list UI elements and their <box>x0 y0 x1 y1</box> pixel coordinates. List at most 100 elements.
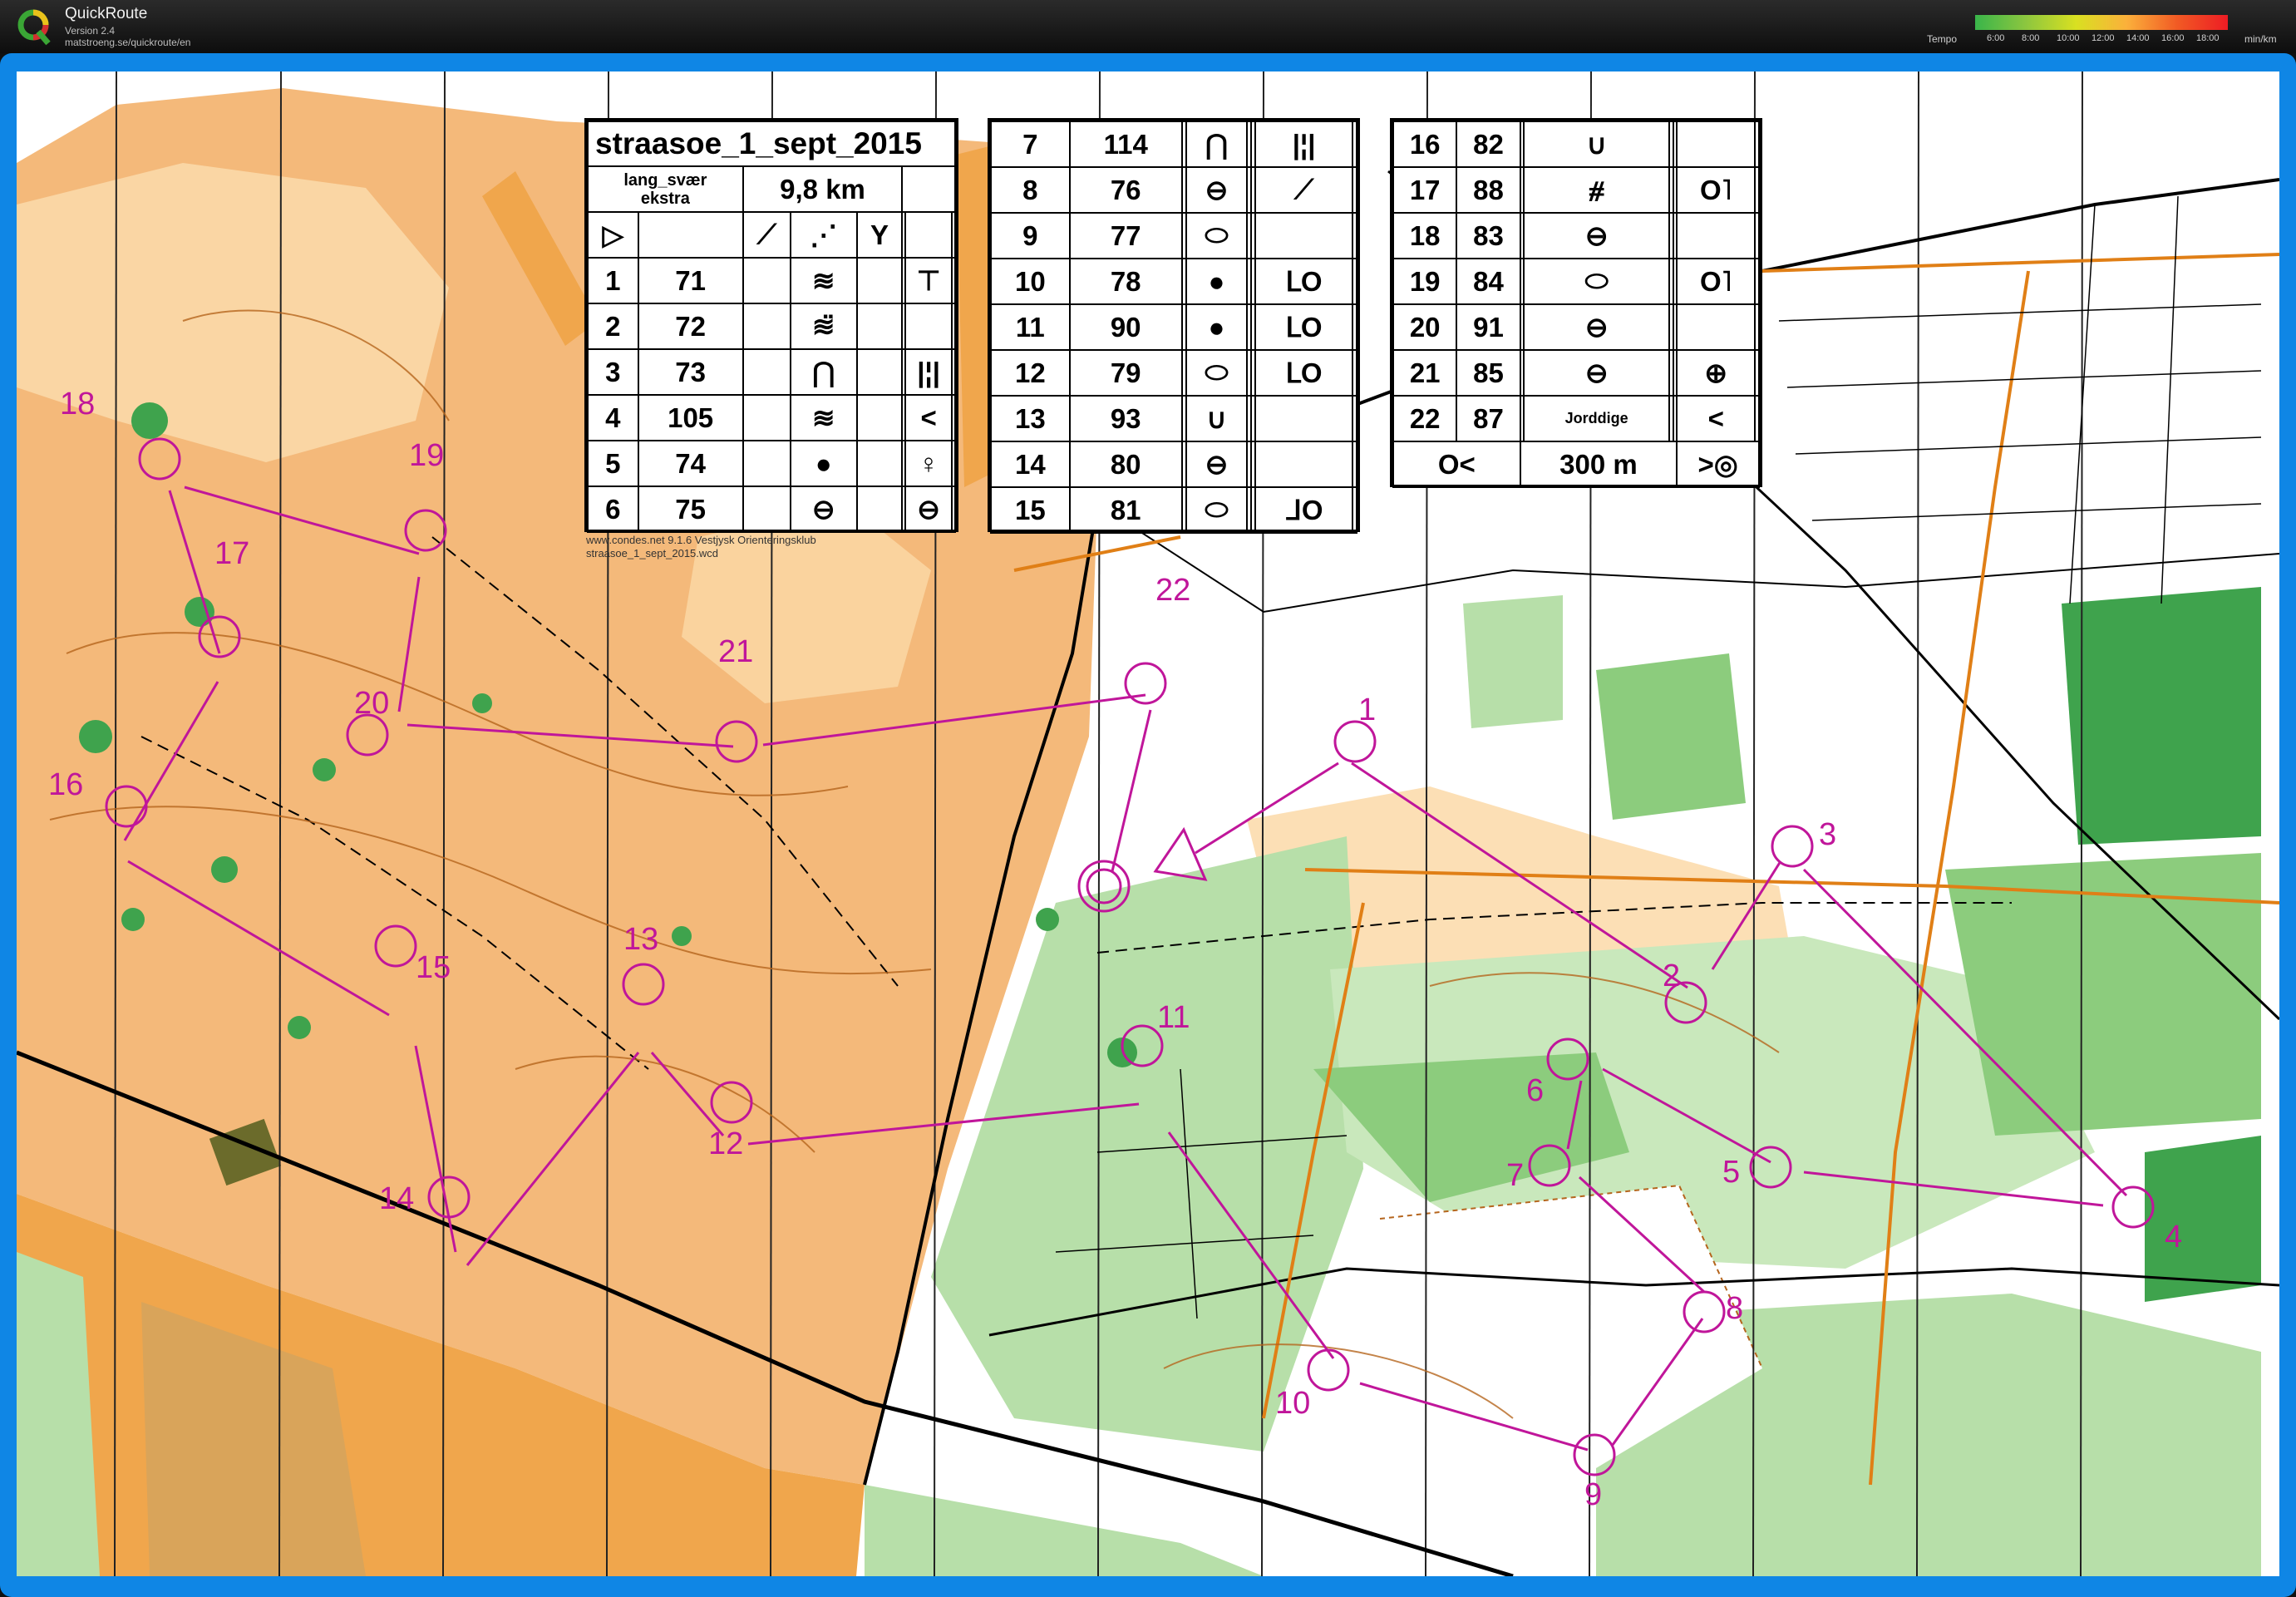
control-number: 15 <box>990 486 1071 534</box>
blank-col <box>855 348 904 396</box>
control-description-c: 16 82 ∪ 17 88 ⧣ O˥ 18 83 ⊖ 19 84 ⬭ O˥ 20 91 ⊖ 21 85 ⊖ ⊕ 22 87 J… <box>1390 118 1762 488</box>
blank-col <box>742 394 791 441</box>
control-label: 14 <box>379 1181 414 1216</box>
feature-symbol: ⊖ <box>1523 303 1671 351</box>
blank-col <box>1754 121 1760 168</box>
title-bar: QuickRoute Version 2.4 matstroeng.se/qui… <box>0 0 2296 53</box>
feature-symbol: ≋̈ <box>789 303 858 350</box>
control-label: 17 <box>214 536 249 571</box>
orienteering-map[interactable]: 1 2 3 4 5 6 7 8 9 10 11 12 13 14 15 16 1… <box>17 71 2279 1576</box>
control-code: 93 <box>1068 395 1183 442</box>
control-row: 16 82 ∪ <box>1392 121 1760 168</box>
control-number: 10 <box>990 258 1071 305</box>
blank-col <box>1754 303 1760 351</box>
tempo-tick: 16:00 <box>2161 33 2185 43</box>
location-symbol <box>904 303 953 350</box>
control-number: 2 <box>587 303 639 350</box>
control-label: 5 <box>1722 1155 1740 1190</box>
tempo-label: Tempo <box>1927 33 1958 45</box>
control-row: 14 80 ⊖ <box>990 441 1357 488</box>
location-symbol <box>1254 212 1354 259</box>
class-line: lang_svær <box>623 170 707 190</box>
feature-symbol: Jorddige <box>1523 395 1671 442</box>
control-description-b: 7 114 ⋂ |¦| 8 76 ⊖ ⟋ 9 77 ⬭ 10 78 ● ᒪO 11 90 ● ᒪO 12 79 ⬭ ᒪO 13… <box>988 118 1360 534</box>
control-code: 84 <box>1456 258 1521 305</box>
control-number: 9 <box>990 212 1071 259</box>
blank-col <box>742 440 791 487</box>
blank-col <box>1754 349 1760 397</box>
blank-col <box>1754 258 1760 305</box>
blank-col <box>1754 212 1760 259</box>
location-symbol: O˥ <box>1676 258 1756 305</box>
location-symbol: |¦| <box>1254 121 1354 168</box>
blank-col <box>1352 121 1357 168</box>
control-row: 7 114 ⋂ |¦| <box>990 121 1357 168</box>
blank-col <box>855 440 904 487</box>
control-label: 1 <box>1358 693 1376 727</box>
blank-col <box>742 486 791 533</box>
location-symbol <box>1254 395 1354 442</box>
control-row: 8 76 ⊖ ⟋ <box>990 166 1357 214</box>
feature-symbol: ⧣ <box>1523 166 1671 214</box>
control-number: 8 <box>990 166 1071 214</box>
feature-symbol: ⬭ <box>1523 258 1671 305</box>
control-code: 90 <box>1068 303 1183 351</box>
location-symbol <box>1676 212 1756 259</box>
control-number: 21 <box>1392 349 1458 397</box>
control-row: 22 87 Jorddige < <box>1392 395 1760 442</box>
app-url-link[interactable]: matstroeng.se/quickroute/en <box>65 37 190 48</box>
location-symbol: ⟋ <box>1254 166 1354 214</box>
blank-col <box>1352 395 1357 442</box>
control-label: 3 <box>1819 817 1836 852</box>
control-label: 6 <box>1526 1073 1544 1108</box>
control-row: 3 73 ⋂ |¦| <box>587 348 956 396</box>
control-description-a: straasoe_1_sept_2015 lang_svær ekstra 9,… <box>584 118 958 533</box>
feature-symbol: ● <box>789 440 858 487</box>
blank-col <box>951 303 956 350</box>
control-code: 88 <box>1456 166 1521 214</box>
control-code: 114 <box>1068 121 1183 168</box>
control-code: 91 <box>1456 303 1521 351</box>
control-number: 14 <box>990 441 1071 488</box>
location-symbol <box>1254 441 1354 488</box>
location-symbol <box>1676 121 1756 168</box>
control-label: 9 <box>1584 1477 1602 1512</box>
start-symbol-icon: ▷ <box>587 211 639 259</box>
control-code: 85 <box>1456 349 1521 397</box>
blank-col <box>951 440 956 487</box>
tempo-tick: 10:00 <box>2057 33 2080 43</box>
feature-symbol: ⊖ <box>1523 212 1671 259</box>
feature-symbol: ∪ <box>1185 395 1249 442</box>
blank-col <box>1352 349 1357 397</box>
blank-col <box>855 257 904 304</box>
control-number: 11 <box>990 303 1071 351</box>
feature-symbol: ● <box>1185 258 1249 305</box>
location-symbol: ᒪO <box>1254 349 1354 397</box>
tempo-tick: 8:00 <box>2022 33 2040 43</box>
tempo-color-scale[interactable] <box>1975 15 2228 30</box>
control-label: 2 <box>1663 959 1680 993</box>
track-symbol-icon: ⋰ <box>789 211 858 259</box>
feature-symbol: ⋂ <box>1185 121 1249 168</box>
app-version: Version 2.4 <box>65 25 116 37</box>
control-row: 10 78 ● ᒪO <box>990 258 1357 305</box>
control-code: 83 <box>1456 212 1521 259</box>
control-code: 80 <box>1068 441 1183 488</box>
feature-symbol: ⊖ <box>789 486 858 533</box>
blank-col <box>855 486 904 533</box>
control-number: 16 <box>1392 121 1458 168</box>
location-symbol: ⊕ <box>1676 349 1756 397</box>
tempo-tick: 12:00 <box>2092 33 2115 43</box>
control-row: 19 84 ⬭ O˥ <box>1392 258 1760 305</box>
control-code: 71 <box>637 257 744 304</box>
control-label: 21 <box>718 634 753 669</box>
feature-symbol: ⊖ <box>1523 349 1671 397</box>
control-row: 9 77 ⬭ <box>990 212 1357 259</box>
location-symbol: < <box>904 394 953 441</box>
blank-col <box>1754 395 1760 442</box>
location-symbol: < <box>1676 395 1756 442</box>
feature-symbol: ≋ <box>789 257 858 304</box>
junction-symbol-icon: Y <box>855 211 904 259</box>
control-label: 7 <box>1506 1158 1524 1193</box>
control-label: 16 <box>48 767 83 802</box>
